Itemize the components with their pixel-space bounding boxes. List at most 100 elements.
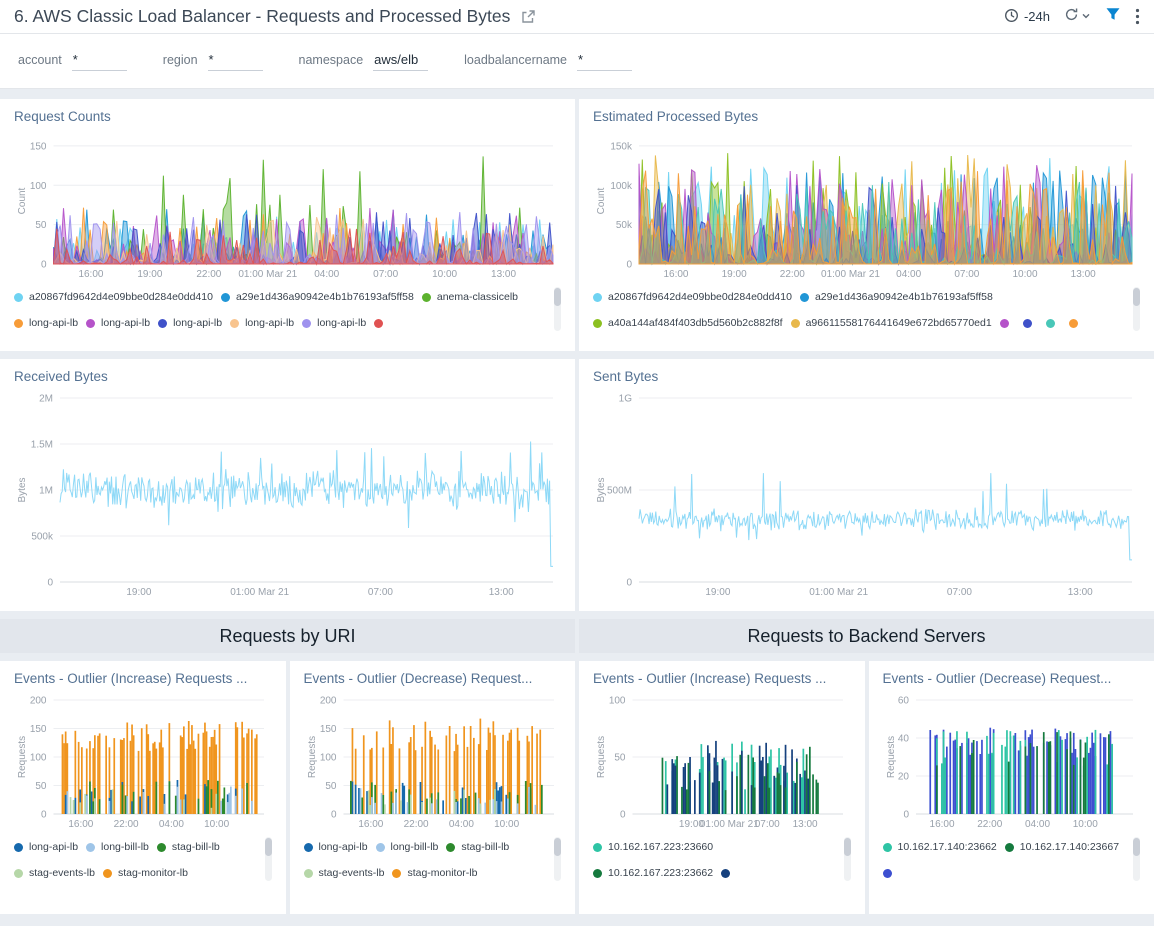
legend-dot	[1069, 319, 1078, 328]
legend-item[interactable]: stag-events-lb	[304, 860, 385, 886]
legend-item[interactable]: a29e1d436a90942e4b1b76193af5ff58	[221, 284, 414, 310]
legend: long-api-lblong-bill-lbstag-bill-lbstag-…	[304, 834, 562, 892]
chart-canvas: 0500k1M1.5M2MBytes19:0001:00 Mar 2107:00…	[14, 390, 561, 598]
page-title: 6. AWS Classic Load Balancer - Requests …	[14, 6, 510, 27]
legend-item[interactable]: stag-events-lb	[14, 860, 95, 886]
legend-item[interactable]: stag-bill-lb	[446, 834, 509, 860]
legend-item[interactable]: long-api-lb	[86, 310, 150, 336]
legend-item[interactable]: long-bill-lb	[86, 834, 149, 860]
legend-scrollbar[interactable]	[1133, 837, 1140, 881]
svg-text:04:00: 04:00	[896, 269, 921, 280]
legend-item[interactable]: long-api-lb	[230, 310, 294, 336]
legend-item[interactable]: 10.162.167.223:23660	[593, 834, 713, 860]
filter-namespace: namespace aws/elb	[299, 52, 429, 71]
legend-label: a96611558176441649e672bd65770ed1	[806, 317, 992, 329]
legend-scrollbar[interactable]	[844, 837, 851, 881]
kebab-menu-icon[interactable]	[1135, 8, 1140, 25]
filter-loadbalancername-value[interactable]: *	[577, 52, 632, 71]
legend-dot	[304, 843, 313, 852]
legend-item[interactable]: anema-classicelb	[422, 284, 518, 310]
svg-text:10:00: 10:00	[432, 269, 457, 280]
panel-received-bytes: Received Bytes 0500k1M1.5M2MBytes19:0001…	[0, 359, 575, 611]
share-icon[interactable]	[520, 9, 536, 25]
legend-item[interactable]: 10.162.167.223:23662	[593, 860, 713, 886]
legend-scrollbar-thumb[interactable]	[554, 288, 561, 306]
svg-text:16:00: 16:00	[358, 819, 383, 830]
legend-item[interactable]: a20867fd9642d4e09bbe0d284e0dd410	[593, 284, 792, 310]
panel-title: Events - Outlier (Increase) Requests ...	[593, 671, 851, 686]
legend-item[interactable]: long-api-lb	[158, 310, 222, 336]
legend-item[interactable]	[374, 310, 389, 336]
legend-scrollbar[interactable]	[554, 837, 561, 881]
chart-canvas: 050100150200Requests16:0022:0004:0010:00	[304, 692, 562, 830]
legend-scrollbar[interactable]	[265, 837, 272, 881]
legend-label: stag-events-lb	[319, 867, 385, 879]
legend-dot	[14, 293, 23, 302]
legend-scrollbar-thumb[interactable]	[844, 838, 851, 856]
legend-item[interactable]: long-api-lb	[14, 310, 78, 336]
svg-text:0: 0	[626, 260, 632, 271]
legend-item[interactable]: long-bill-lb	[376, 834, 439, 860]
legend-item[interactable]: a29e1d436a90942e4b1b76193af5ff58	[800, 284, 993, 310]
filter-account: account *	[18, 52, 127, 71]
legend-scrollbar[interactable]	[1133, 287, 1140, 331]
legend-dot	[221, 293, 230, 302]
svg-text:Requests: Requests	[596, 736, 607, 778]
legend-item[interactable]: 10.162.17.140:23667	[1005, 834, 1119, 860]
legend-item[interactable]	[1069, 310, 1084, 336]
legend-scrollbar-thumb[interactable]	[1133, 838, 1140, 856]
legend-item[interactable]: long-api-lb	[14, 834, 78, 860]
legend-item[interactable]	[1000, 310, 1015, 336]
filter-region-value[interactable]: *	[208, 52, 263, 71]
legend-dot	[157, 843, 166, 852]
legend-scrollbar[interactable]	[554, 287, 561, 331]
legend-item[interactable]: long-api-lb	[304, 834, 368, 860]
legend-scrollbar-thumb[interactable]	[265, 838, 272, 856]
clock-icon	[1004, 8, 1019, 26]
svg-text:07:00: 07:00	[373, 269, 398, 280]
filter-namespace-value[interactable]: aws/elb	[373, 52, 428, 71]
legend-item[interactable]: 10.162.17.140:23662	[883, 834, 997, 860]
legend-item[interactable]: a40a144af484f403db5d560b2c882f8f	[593, 310, 783, 336]
legend-scrollbar-thumb[interactable]	[554, 838, 561, 856]
filter-button[interactable]	[1105, 6, 1121, 27]
svg-text:19:00: 19:00	[722, 269, 747, 280]
legend-item[interactable]	[1046, 310, 1061, 336]
legend-item[interactable]: a96611558176441649e672bd65770ed1	[791, 310, 992, 336]
legend-label: a20867fd9642d4e09bbe0d284e0dd410	[29, 291, 213, 303]
legend: 10.162.167.223:23660 10.162.167.223:23662	[593, 834, 851, 892]
legend-scrollbar-thumb[interactable]	[1133, 288, 1140, 306]
filter-account-value[interactable]: *	[72, 52, 127, 71]
svg-text:0: 0	[626, 578, 632, 589]
legend-item[interactable]	[721, 860, 736, 886]
svg-text:19:00: 19:00	[126, 587, 151, 598]
panel-outlier-increase-requests-backend: Events - Outlier (Increase) Requests ...…	[579, 661, 865, 914]
panel-outlier-decrease-requests-uri: Events - Outlier (Decrease) Request... 0…	[290, 661, 576, 914]
legend-dot	[302, 319, 311, 328]
legend-dot	[883, 843, 892, 852]
legend-item[interactable]	[1023, 310, 1038, 336]
refresh-icon	[1064, 7, 1079, 27]
legend-dot	[86, 843, 95, 852]
legend-item[interactable]	[883, 860, 898, 886]
dashboard-header: 6. AWS Classic Load Balancer - Requests …	[0, 0, 1154, 34]
legend-item[interactable]: long-api-lb	[302, 310, 366, 336]
panel-title: Events - Outlier (Decrease) Request...	[304, 671, 562, 686]
time-range-button[interactable]: -24h	[1004, 8, 1050, 26]
legend-items: 10.162.17.140:23662 10.162.17.140:23667	[883, 834, 1141, 892]
svg-text:100k: 100k	[610, 181, 633, 192]
svg-text:150: 150	[30, 141, 47, 152]
svg-text:16:00: 16:00	[663, 269, 688, 280]
legend-dot	[1046, 319, 1055, 328]
svg-text:50: 50	[325, 781, 337, 792]
legend-item[interactable]: stag-bill-lb	[157, 834, 220, 860]
section-header-requests-to-backend-servers: Requests to Backend Servers	[579, 619, 1154, 653]
legend-label: 10.162.167.223:23662	[608, 867, 713, 879]
svg-text:07:00: 07:00	[954, 269, 979, 280]
legend-item[interactable]: a20867fd9642d4e09bbe0d284e0dd410	[14, 284, 213, 310]
outlier-decrease-uri-chart: 050100150200Requests16:0022:0004:0010:00	[304, 692, 562, 830]
legend-item[interactable]: stag-monitor-lb	[103, 860, 188, 886]
svg-text:10:00: 10:00	[204, 819, 229, 830]
legend-item[interactable]: stag-monitor-lb	[392, 860, 477, 886]
refresh-button[interactable]	[1064, 7, 1091, 27]
